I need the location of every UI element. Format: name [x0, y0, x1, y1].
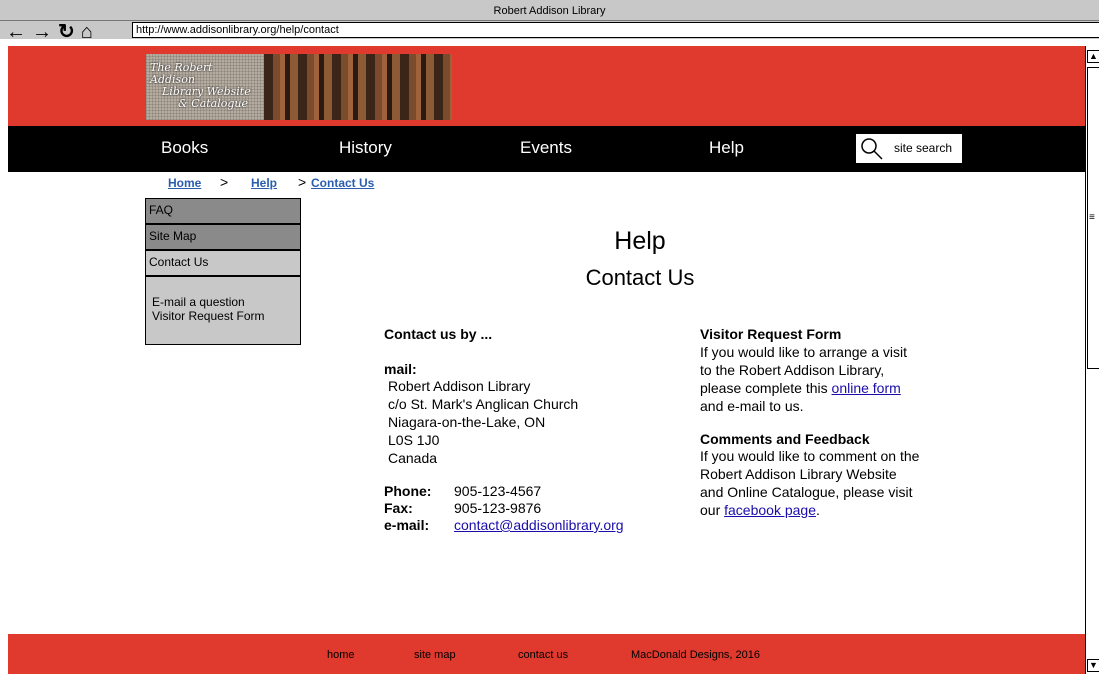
nav-item-events[interactable]: Events: [520, 138, 572, 158]
visitor-text: If you would like to arrange a visit to …: [700, 343, 907, 415]
page-title: Help: [614, 227, 666, 255]
window-title: Robert Addison Library: [493, 5, 606, 17]
feedback-line: If you would like to comment on the: [700, 448, 920, 464]
address-block: Robert Addison Library c/o St. Mark's An…: [388, 377, 578, 467]
email-link[interactable]: contact@addisonlibrary.org: [454, 517, 624, 533]
sidebar-item-site-map[interactable]: Site Map: [145, 224, 301, 250]
breadcrumb-contact[interactable]: Contact Us: [311, 176, 374, 190]
online-form-link[interactable]: online form: [832, 380, 901, 396]
books-image: [264, 54, 452, 120]
visitor-line: If you would like to arrange a visit: [700, 344, 907, 360]
facebook-page-link[interactable]: facebook page: [724, 502, 816, 518]
fax-label: Fax:: [384, 500, 413, 516]
sidebar-subitem-email-question[interactable]: E-mail a question: [152, 295, 300, 309]
site-logo[interactable]: The Robert Addison Library Website & Cat…: [146, 54, 452, 120]
contact-heading: Contact us by ...: [384, 326, 493, 342]
sidebar-submenu: E-mail a question Visitor Request Form: [145, 276, 301, 345]
breadcrumb-home[interactable]: Home: [168, 176, 201, 190]
address-line: L0S 1J0: [388, 432, 440, 448]
back-arrow-icon[interactable]: ←: [6, 22, 26, 42]
sidebar-item-contact-us[interactable]: Contact Us: [145, 250, 301, 276]
address-line: Robert Addison Library: [388, 378, 531, 394]
address-line: Niagara-on-the-Lake, ON: [388, 414, 546, 430]
feedback-period: .: [815, 502, 820, 518]
visitor-heading: Visitor Request Form: [700, 326, 842, 342]
feedback-text: If you would like to comment on the Robe…: [700, 447, 919, 519]
breadcrumb-help[interactable]: Help: [251, 176, 277, 190]
logo-line: & Catalogue: [178, 97, 249, 110]
feedback-line: our: [700, 502, 725, 518]
scroll-down-icon[interactable]: ▼: [1087, 659, 1099, 672]
nav-item-books[interactable]: Books: [161, 138, 208, 158]
sidebar-item-faq[interactable]: FAQ: [145, 198, 301, 224]
feedback-line: and Online Catalogue, please visit: [700, 484, 913, 500]
search-icon[interactable]: [860, 137, 884, 161]
chevron-right-icon: >: [220, 174, 229, 190]
logo-line: The Robert Addison: [150, 61, 213, 86]
page-subtitle: Contact Us: [585, 265, 695, 290]
feedback-heading: Comments and Feedback: [700, 431, 870, 447]
forward-arrow-icon[interactable]: →: [32, 22, 52, 42]
visitor-line: to the Robert Addison Library,: [700, 362, 885, 378]
footer-credit: MacDonald Designs, 2016: [631, 649, 761, 661]
mail-label: mail:: [384, 361, 417, 377]
address-line: c/o St. Mark's Anglican Church: [388, 396, 579, 412]
visitor-line: and e-mail to us.: [700, 398, 804, 414]
feedback-line: Robert Addison Library Website: [700, 466, 897, 482]
visitor-line: please complete this: [700, 380, 832, 396]
address-line: Canada: [388, 450, 438, 466]
sidebar-subitem-visitor-form[interactable]: Visitor Request Form: [152, 309, 300, 323]
search-input[interactable]: site search: [894, 141, 952, 155]
chevron-right-icon: >: [298, 174, 307, 190]
window-titlebar: Robert Addison Library: [0, 0, 1099, 21]
footer-link-contact-us[interactable]: contact us: [518, 649, 568, 661]
email-label: e-mail:: [384, 517, 430, 533]
footer-link-site-map[interactable]: site map: [414, 649, 456, 661]
browser-nav-buttons: ← → ↻ ⌂: [6, 22, 93, 42]
nav-item-help[interactable]: Help: [709, 138, 744, 158]
scroll-up-icon[interactable]: ▲: [1087, 50, 1099, 63]
url-bar[interactable]: http://www.addisonlibrary.org/help/conta…: [132, 22, 1099, 38]
footer-link-home[interactable]: home: [327, 649, 355, 661]
scroll-grip-icon: ≡: [1089, 212, 1095, 223]
reload-icon[interactable]: ↻: [58, 22, 75, 42]
phone-label: Phone:: [384, 483, 432, 499]
nav-item-history[interactable]: History: [339, 138, 392, 158]
fax-value: 905-123-9876: [454, 500, 542, 516]
home-icon[interactable]: ⌂: [81, 22, 93, 42]
phone-value: 905-123-4567: [454, 483, 542, 499]
logo-text: The Robert Addison Library Website & Cat…: [146, 54, 264, 120]
